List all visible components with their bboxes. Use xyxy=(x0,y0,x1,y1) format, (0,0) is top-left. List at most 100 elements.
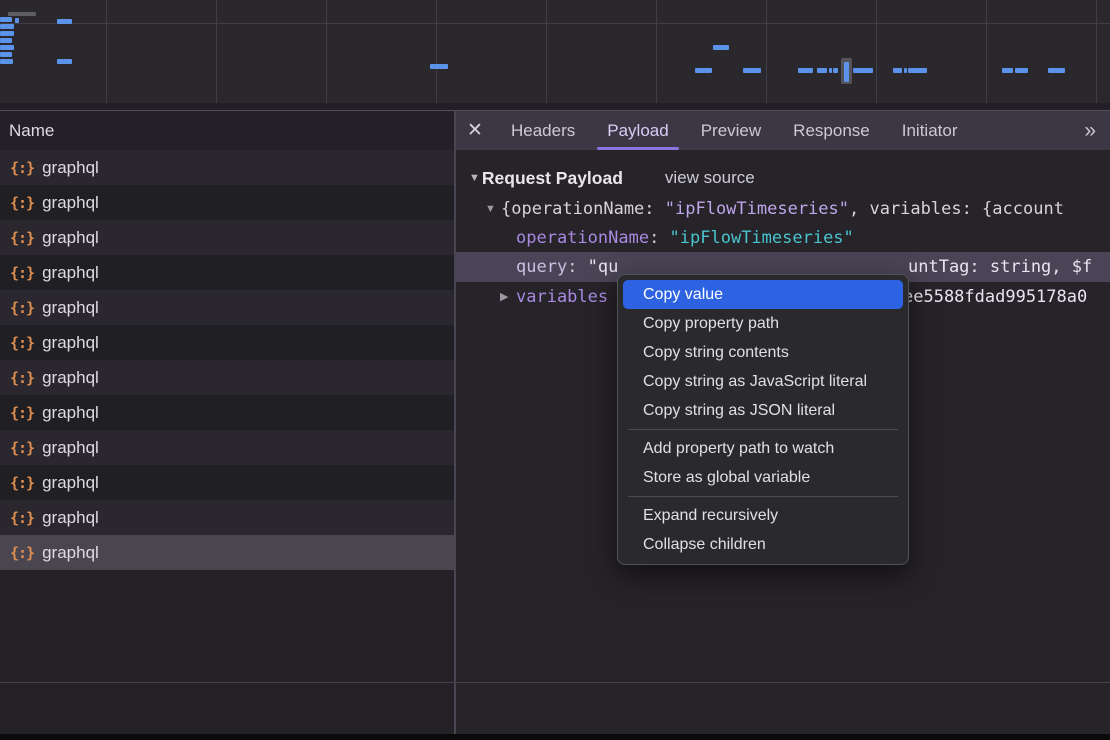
timeline-gridline xyxy=(216,0,217,103)
context-menu: Copy valueCopy property pathCopy string … xyxy=(617,274,909,565)
json-file-icon: {:} xyxy=(10,229,34,247)
timeline-request-bar xyxy=(829,68,832,73)
menu-item-expand-recursively[interactable]: Expand recursively xyxy=(623,501,903,530)
json-file-icon: {:} xyxy=(10,544,34,562)
tab-response[interactable]: Response xyxy=(777,111,886,150)
collapse-arrow-icon[interactable]: ▼ xyxy=(485,203,501,215)
preview-prefix: {operationName: xyxy=(501,199,665,219)
menu-item-collapse-children[interactable]: Collapse children xyxy=(623,530,903,559)
timeline-gridline xyxy=(766,0,767,103)
json-file-icon: {:} xyxy=(10,474,34,492)
timeline-request-bar xyxy=(904,68,907,73)
menu-item-copy-string-contents[interactable]: Copy string contents xyxy=(623,338,903,367)
payload-preview-row[interactable]: ▼ {operationName: "ipFlowTimeseries", va… xyxy=(455,194,1110,223)
json-file-icon: {:} xyxy=(10,194,34,212)
table-row[interactable]: {:}graphql xyxy=(0,535,455,570)
request-payload-title: Request Payload xyxy=(482,168,623,189)
request-name-label: graphql xyxy=(42,193,99,213)
horizontal-divider xyxy=(0,682,1110,683)
collapse-arrow-icon[interactable]: ▼ xyxy=(469,172,480,184)
timeline-request-bar xyxy=(908,68,927,73)
property-value-clipped: ee5588fdad995178a0 xyxy=(903,282,1087,311)
table-row[interactable]: {:} graphql xyxy=(0,290,455,325)
timeline-request-bar xyxy=(57,59,72,64)
tab-preview[interactable]: Preview xyxy=(685,111,777,150)
more-tabs-icon[interactable]: » xyxy=(1070,111,1110,150)
preview-string: "ipFlowTimeseries" xyxy=(665,199,849,219)
table-row[interactable]: {:} graphql xyxy=(0,360,455,395)
preview-suffix: , variables: {account xyxy=(849,199,1064,219)
timeline-gridline xyxy=(1096,0,1097,103)
table-row[interactable]: {:} graphql xyxy=(0,325,455,360)
request-name-label: graphql xyxy=(42,228,99,248)
timeline-gridline xyxy=(876,0,877,103)
operation-name-row[interactable]: operationName: "ipFlowTimeseries" xyxy=(455,223,1110,252)
expand-arrow-icon[interactable]: ▶ xyxy=(500,290,516,303)
timeline-gridline xyxy=(326,0,327,103)
json-file-icon: {:} xyxy=(10,264,34,282)
panel-divider[interactable] xyxy=(454,110,456,734)
timeline-gridline xyxy=(436,0,437,103)
table-row[interactable]: {:}graphql xyxy=(0,465,455,500)
table-row[interactable]: {:} graphql xyxy=(0,220,455,255)
network-overview-timeline[interactable] xyxy=(0,0,1110,103)
json-file-icon: {:} xyxy=(10,334,34,352)
tab-headers[interactable]: Headers xyxy=(495,111,591,150)
menu-item-copy-property-path[interactable]: Copy property path xyxy=(623,309,903,338)
tab-initiator[interactable]: Initiator xyxy=(886,111,974,150)
timeline-request-bar xyxy=(817,68,827,73)
request-name-label: graphql xyxy=(42,368,99,388)
menu-item-copy-string-as-javascript-literal[interactable]: Copy string as JavaScript literal xyxy=(623,367,903,396)
property-key: operationName xyxy=(516,228,649,248)
timeline-request-bar xyxy=(0,24,14,29)
timeline-request-bar xyxy=(1048,68,1065,73)
timeline-request-bar xyxy=(15,18,19,23)
request-name-label: graphql xyxy=(42,333,99,353)
menu-item-store-as-global-variable[interactable]: Store as global variable xyxy=(623,463,903,492)
menu-separator xyxy=(628,496,898,497)
tab-payload[interactable]: Payload xyxy=(591,111,684,150)
view-source-link[interactable]: view source xyxy=(665,168,755,188)
property-value-start: "qu xyxy=(588,257,619,277)
timeline-request-bar xyxy=(713,45,729,50)
json-file-icon: {:} xyxy=(10,159,34,177)
table-row[interactable]: {:} graphql xyxy=(0,185,455,220)
timeline-request-bar xyxy=(695,68,712,73)
request-payload-section: ▼ Request Payload view source xyxy=(455,162,1110,194)
timeline-request-bar xyxy=(844,62,849,82)
timeline-request-bar xyxy=(798,68,813,73)
timeline-request-bar xyxy=(1015,68,1028,73)
timeline-request-bar xyxy=(0,17,12,22)
timeline-request-bar xyxy=(0,31,14,36)
table-row[interactable]: {:} graphql xyxy=(0,150,455,185)
detail-tab-bar: ✕ HeadersPayloadPreviewResponseInitiator… xyxy=(455,110,1110,150)
table-row[interactable]: {:}graphql xyxy=(0,430,455,465)
json-file-icon: {:} xyxy=(10,299,34,317)
table-row[interactable]: {:}graphql xyxy=(0,500,455,535)
close-icon[interactable]: ✕ xyxy=(455,111,495,150)
property-value: "ipFlowTimeseries" xyxy=(670,228,854,248)
request-name-label: graphql xyxy=(42,158,99,178)
menu-item-copy-string-as-json-literal[interactable]: Copy string as JSON literal xyxy=(623,396,903,425)
timeline-request-bar xyxy=(430,64,448,69)
json-file-icon: {:} xyxy=(10,369,34,387)
timeline-request-bar xyxy=(853,68,873,73)
table-row[interactable]: {:} graphql xyxy=(0,255,455,290)
request-list: {:} graphql {:} graphql {:} graphql {:} graphql… xyxy=(0,150,455,734)
timeline-gridline xyxy=(106,0,107,103)
name-column-header[interactable]: Name xyxy=(0,110,455,150)
request-name-label: graphql xyxy=(42,263,99,283)
table-row[interactable]: {:}graphql xyxy=(0,395,455,430)
timeline-gridline xyxy=(656,0,657,103)
timeline-request-bar xyxy=(743,68,761,73)
menu-separator xyxy=(628,429,898,430)
colon: : xyxy=(649,228,669,248)
timeline-request-bar xyxy=(8,12,36,16)
menu-item-add-property-path-to-watch[interactable]: Add property path to watch xyxy=(623,434,903,463)
request-name-label: graphql xyxy=(42,298,99,318)
menu-item-copy-value[interactable]: Copy value xyxy=(623,280,903,309)
timeline-request-bar xyxy=(0,45,14,50)
tabs-container: HeadersPayloadPreviewResponseInitiator xyxy=(495,111,973,150)
timeline-gridline xyxy=(0,23,1110,24)
json-file-icon: {:} xyxy=(10,439,34,457)
